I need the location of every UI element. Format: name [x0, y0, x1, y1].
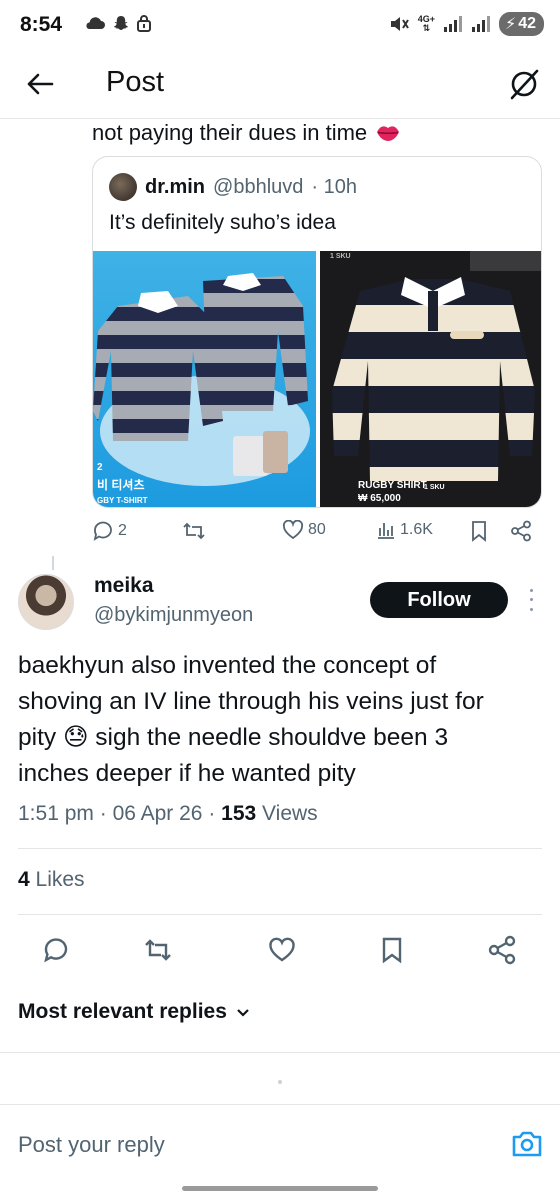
- post-views-count: 153: [221, 802, 257, 825]
- camera-icon: [512, 1131, 542, 1157]
- post-views-label: Views: [262, 802, 318, 825]
- likes-divider: [18, 914, 542, 915]
- share-icon: [488, 935, 516, 965]
- bookmark-button[interactable]: [470, 520, 488, 542]
- share-button[interactable]: [510, 520, 532, 542]
- lock-icon: [137, 15, 151, 32]
- mute-icon: [390, 17, 409, 31]
- top-app-bar: Post: [0, 52, 560, 118]
- bookmark-button[interactable]: [372, 930, 412, 970]
- status-right-icons: 4G+ ⇅ ⚡ 42: [388, 12, 544, 36]
- post-meta: 1:51 pm · 06 Apr 26 · 153 Views: [18, 802, 318, 825]
- quote-tweet-header: dr.min @bbhluvd · 10h: [109, 173, 357, 201]
- reply-icon: [44, 938, 68, 963]
- repost-button[interactable]: [182, 520, 206, 542]
- like-count: 80: [308, 521, 326, 538]
- repost-icon: [145, 939, 171, 961]
- like-button[interactable]: [262, 930, 302, 970]
- reply-sort-dropdown[interactable]: Most relevant replies: [18, 1000, 251, 1024]
- author-name[interactable]: meika: [94, 574, 154, 598]
- reply-count: 2: [118, 522, 127, 539]
- reply-icon: [93, 521, 112, 541]
- signal-icon: [471, 16, 490, 32]
- post-time: 1:51 pm: [18, 802, 94, 825]
- home-indicator[interactable]: [182, 1186, 378, 1191]
- snapchat-icon: [113, 16, 129, 30]
- reply-sort-label: Most relevant replies: [18, 1000, 227, 1023]
- quote-tweet-text: It’s definitely suho’s idea: [109, 211, 336, 234]
- rugby-shirt-illustration: [332, 251, 541, 481]
- striped-shirts-illustration: [93, 273, 310, 486]
- quote-author-handle: @bbhluvd: [213, 175, 304, 198]
- like-button[interactable]: 80: [282, 520, 326, 540]
- signal-icon: [443, 16, 462, 32]
- reply-button[interactable]: 2: [92, 520, 127, 542]
- chevron-down-icon: [237, 1009, 249, 1017]
- more-options-icon[interactable]: [524, 586, 538, 614]
- sad-sweat-emoji-icon: 😓: [62, 724, 89, 751]
- heart-icon: [282, 520, 304, 540]
- media-image-right[interactable]: 1 SKU RUGBY SHIRT 1 SKU ₩ 65,000: [320, 251, 541, 507]
- repost-icon: [183, 522, 205, 540]
- cloud-icon: [86, 17, 105, 29]
- quote-metrics-row: 2 80 1.6K: [92, 518, 542, 548]
- reply-input[interactable]: [18, 1129, 488, 1161]
- thread-connector: [52, 556, 54, 570]
- repost-button[interactable]: [138, 930, 178, 970]
- likes-label: Likes: [35, 868, 85, 891]
- reply-button[interactable]: [36, 930, 76, 970]
- status-left-icons: [84, 14, 152, 32]
- heart-icon: [269, 937, 295, 962]
- avatar: [109, 173, 137, 201]
- header-divider: [0, 118, 560, 119]
- quote-timestamp: · 10h: [311, 175, 357, 198]
- arrow-left-icon: [27, 73, 54, 95]
- author-handle[interactable]: @bykimjunmyeon: [94, 604, 253, 627]
- quote-tweet-card[interactable]: dr.min @bbhluvd · 10h It’s definitely su…: [92, 156, 542, 508]
- network-type: 4G+ ⇅: [417, 14, 435, 33]
- likes-count: 4: [18, 868, 30, 891]
- parent-post-text: not paying their dues in time: [92, 120, 401, 146]
- grok-button[interactable]: [506, 66, 542, 102]
- back-button[interactable]: [22, 66, 58, 102]
- lips-emoji-icon: [377, 126, 400, 141]
- bookmark-icon: [472, 521, 486, 542]
- camera-button[interactable]: [510, 1127, 544, 1161]
- status-time: 8:54: [20, 13, 63, 36]
- reply-composer-bar: [0, 1104, 560, 1184]
- likes-link[interactable]: 4 Likes: [18, 868, 85, 892]
- status-bar: 8:54 4G+ ⇅ ⚡ 42: [0, 0, 560, 52]
- post-action-bar: [0, 930, 560, 970]
- media-image-left[interactable]: 2 비 티셔츠 GBY T-SHIRT: [93, 251, 316, 507]
- follow-button[interactable]: Follow: [370, 582, 508, 618]
- share-icon: [511, 520, 531, 542]
- post-text: baekhyun also invented the concept of sh…: [18, 652, 484, 787]
- views-icon: [378, 523, 394, 539]
- page-title: Post: [106, 66, 165, 98]
- quote-author-name: dr.min: [145, 175, 206, 198]
- avatar[interactable]: [18, 574, 74, 630]
- grok-icon: [510, 69, 539, 100]
- post-date: 06 Apr 26: [112, 802, 203, 825]
- meta-divider: [18, 848, 542, 849]
- loading-indicator: [278, 1080, 282, 1084]
- quote-media[interactable]: 2 비 티셔츠 GBY T-SHIRT 1 SKU RUGBY SHIRT 1 …: [93, 251, 541, 507]
- views-button[interactable]: 1.6K: [376, 520, 433, 540]
- views-count: 1.6K: [400, 521, 433, 538]
- section-divider: [0, 1052, 560, 1053]
- battery-icon: ⚡ 42: [498, 12, 544, 36]
- share-button[interactable]: [482, 930, 522, 970]
- bookmark-icon: [382, 937, 402, 964]
